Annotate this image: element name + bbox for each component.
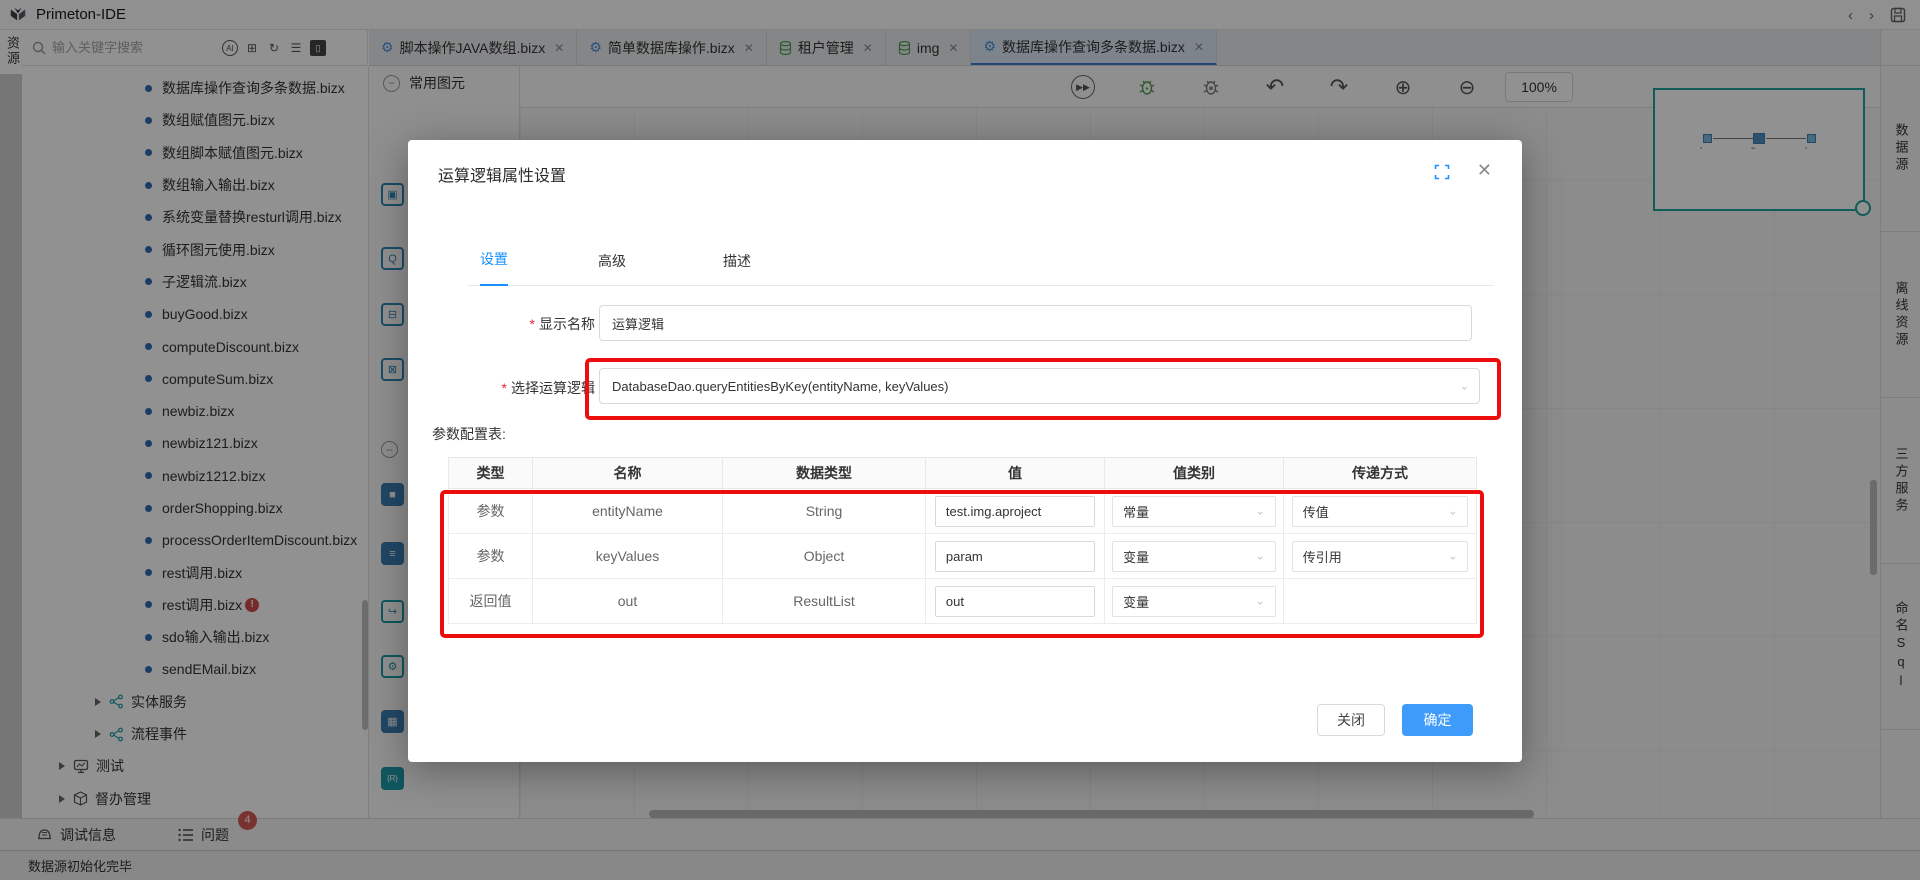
chevron-down-icon: ⌄: [1460, 380, 1469, 393]
logic-properties-dialog: 运算逻辑属性设置 ✕ 设置 高级 描述 *显示名称 *选择运算逻辑 Databa…: [408, 140, 1522, 762]
param-value-input[interactable]: param: [935, 541, 1095, 572]
dialog-tab-advanced[interactable]: 高级: [598, 251, 626, 286]
primeton-ide-window: Primeton-IDE ‹ › 资源 AI ⊞ ↻ ☰ ▯: [0, 0, 1920, 880]
param-value-input[interactable]: out: [935, 586, 1095, 617]
value-kind-select[interactable]: 变量 ⌄: [1112, 541, 1276, 572]
value-kind-select[interactable]: 变量 ⌄: [1112, 586, 1276, 617]
close-button[interactable]: 关闭: [1317, 704, 1385, 736]
expand-dialog-icon[interactable]: [1434, 164, 1450, 180]
chevron-down-icon: ⌄: [1256, 595, 1265, 608]
param-table: 类型 名称 数据类型 值 值类别 传递方式 参数 entityName Stri…: [448, 457, 1477, 624]
param-table-row: 参数 entityName String test.img.aproject 常…: [449, 489, 1477, 534]
param-table-caption: 参数配置表:: [432, 424, 506, 444]
logic-select-dropdown[interactable]: DatabaseDao.queryEntitiesByKey(entityNam…: [599, 368, 1480, 404]
dialog-tab-description[interactable]: 描述: [723, 251, 751, 286]
dialog-title: 运算逻辑属性设置: [438, 162, 566, 186]
chevron-down-icon: ⌄: [1448, 505, 1457, 518]
display-name-input[interactable]: [599, 305, 1472, 341]
ok-button[interactable]: 确定: [1402, 704, 1473, 736]
value-kind-select[interactable]: 常量 ⌄: [1112, 496, 1276, 527]
dialog-tabs: 设置 高级 描述: [468, 238, 1494, 286]
close-dialog-icon[interactable]: ✕: [1477, 160, 1492, 181]
param-value-input[interactable]: test.img.aproject: [935, 496, 1095, 527]
param-table-row: 返回值 out ResultList out 变量 ⌄: [449, 579, 1477, 624]
chevron-down-icon: ⌄: [1256, 505, 1265, 518]
logic-select-label: *选择运算逻辑: [435, 378, 595, 398]
param-table-header-row: 类型 名称 数据类型 值 值类别 传递方式: [449, 458, 1477, 489]
chevron-down-icon: ⌄: [1448, 550, 1457, 563]
pass-mode-select[interactable]: 传值 ⌄: [1292, 496, 1469, 527]
param-table-row: 参数 keyValues Object param 变量 ⌄: [449, 534, 1477, 579]
pass-mode-select[interactable]: 传引用 ⌄: [1292, 541, 1469, 572]
display-name-label: *显示名称: [435, 314, 595, 334]
chevron-down-icon: ⌄: [1256, 550, 1265, 563]
dialog-tab-settings[interactable]: 设置: [480, 249, 508, 286]
